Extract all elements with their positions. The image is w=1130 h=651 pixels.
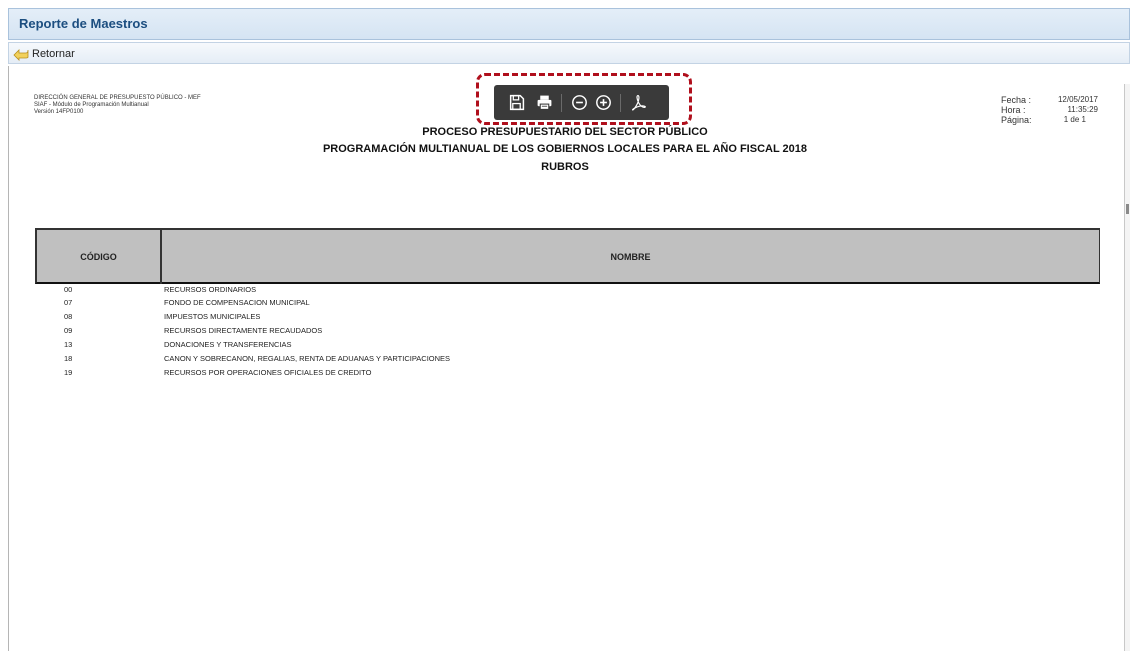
zoom-out-button[interactable] bbox=[568, 92, 590, 114]
print-button[interactable] bbox=[533, 92, 555, 114]
pdf-icon bbox=[631, 95, 646, 111]
back-button-label: Retornar bbox=[32, 48, 75, 60]
table-row: 18 CANON Y SOBRECANON, REGALIAS, RENTA D… bbox=[0, 354, 1130, 366]
save-button[interactable] bbox=[505, 92, 527, 114]
row-code: 07 bbox=[64, 298, 73, 307]
report-title-2: PROGRAMACIÓN MULTIANUAL DE LOS GOBIERNOS… bbox=[322, 143, 808, 155]
toolbar: Retornar bbox=[8, 42, 1130, 64]
table-row: 19 RECURSOS POR OPERACIONES OFICIALES DE… bbox=[0, 368, 1130, 380]
report-org-header: DIRECCIÓN GENERAL DE PRESUPUESTO PÚBLICO… bbox=[34, 95, 201, 116]
table-header: CÓDIGO NOMBRE bbox=[35, 228, 1100, 284]
toolbar-separator bbox=[620, 93, 621, 112]
print-icon bbox=[537, 95, 551, 110]
column-header-code: CÓDIGO bbox=[80, 252, 117, 262]
table-row: 08 IMPUESTOS MUNICIPALES bbox=[0, 312, 1130, 324]
report-title-3: RUBROS bbox=[541, 161, 589, 173]
row-code: 13 bbox=[64, 340, 73, 349]
zoom-out-icon bbox=[571, 95, 587, 110]
org-line: Versión 14FP0100 bbox=[34, 109, 84, 115]
row-code: 08 bbox=[64, 312, 73, 321]
row-code: 00 bbox=[64, 285, 73, 294]
back-button[interactable]: Retornar bbox=[13, 45, 75, 63]
table-row: 00 RECURSOS ORDINARIOS bbox=[0, 285, 1130, 297]
row-name: IMPUESTOS MUNICIPALES bbox=[164, 312, 261, 321]
fecha-value: 12/05/2017 bbox=[1057, 95, 1098, 104]
fecha-label: Fecha : bbox=[1001, 95, 1032, 105]
row-name: CANON Y SOBRECANON, REGALIAS, RENTA DE A… bbox=[164, 354, 451, 363]
table-row: 07 FONDO DE COMPENSACION MUNICIPAL bbox=[0, 298, 1130, 310]
report-title-1: PROCESO PRESUPUESTARIO DEL SECTOR PÚBLIC… bbox=[422, 126, 708, 138]
hora-value: 11:35:29 bbox=[1067, 105, 1098, 114]
row-name: RECURSOS DIRECTAMENTE RECAUDADOS bbox=[164, 326, 323, 335]
zoom-in-icon bbox=[595, 95, 611, 110]
row-name: RECURSOS POR OPERACIONES OFICIALES DE CR… bbox=[164, 368, 372, 377]
row-name: RECURSOS ORDINARIOS bbox=[164, 285, 257, 294]
hora-label: Hora : bbox=[1001, 105, 1026, 115]
row-code: 19 bbox=[64, 368, 73, 377]
toolbar-separator bbox=[561, 93, 562, 112]
pagina-value: 1 de 1 bbox=[1063, 115, 1086, 124]
export-pdf-button[interactable] bbox=[627, 92, 649, 114]
row-code: 09 bbox=[64, 326, 73, 335]
scrollbar-thumb[interactable] bbox=[1126, 204, 1129, 214]
row-code: 18 bbox=[64, 354, 73, 363]
org-line: DIRECCIÓN GENERAL DE PRESUPUESTO PÚBLICO… bbox=[34, 95, 201, 101]
viewer-toolbar bbox=[494, 85, 669, 120]
row-name: DONACIONES Y TRANSFERENCIAS bbox=[164, 340, 292, 349]
window-title: Reporte de Maestros bbox=[19, 16, 148, 31]
table-row: 09 RECURSOS DIRECTAMENTE RECAUDADOS bbox=[0, 326, 1130, 338]
zoom-in-button[interactable] bbox=[592, 92, 614, 114]
return-arrow-icon bbox=[13, 49, 29, 61]
window-titlebar: Reporte de Maestros bbox=[8, 8, 1130, 40]
org-line: SIAF - Módulo de Programación Multianual bbox=[34, 102, 149, 108]
save-icon bbox=[509, 94, 524, 111]
table-row: 13 DONACIONES Y TRANSFERENCIAS bbox=[0, 340, 1130, 352]
row-name: FONDO DE COMPENSACION MUNICIPAL bbox=[164, 298, 310, 307]
column-header-name: NOMBRE bbox=[610, 252, 651, 262]
